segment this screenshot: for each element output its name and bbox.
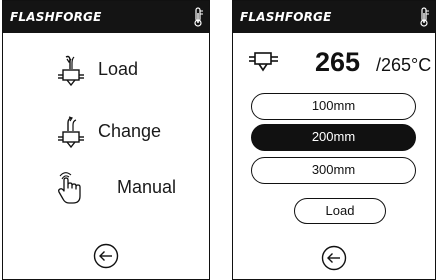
- hand-tap-icon: [58, 172, 81, 204]
- length-option-300mm[interactable]: 300mm: [251, 157, 416, 184]
- thermometer-icon[interactable]: [192, 6, 204, 28]
- load-filament-screen: FLASHFORGE 265 /265°C 100mm 200mm 300mm …: [232, 0, 436, 280]
- filament-menu-screen: FLASHFORGE Load Change Manual: [2, 0, 210, 280]
- length-option-200mm[interactable]: 200mm: [251, 124, 416, 151]
- back-arrow-icon[interactable]: [93, 243, 119, 269]
- thermometer-icon[interactable]: [418, 6, 430, 28]
- back-arrow-icon[interactable]: [321, 245, 347, 271]
- extruder-icon: [249, 52, 278, 72]
- header-bar: FLASHFORGE: [3, 1, 209, 33]
- temperature-row: 265 /265°C: [233, 45, 435, 81]
- menu-item-manual[interactable]: Manual: [3, 169, 209, 209]
- current-temperature: 265: [315, 47, 361, 77]
- length-option-100mm[interactable]: 100mm: [251, 93, 416, 120]
- extruder-load-icon: [58, 55, 84, 87]
- menu-item-label: Change: [98, 121, 162, 141]
- target-temperature: /265°C: [376, 55, 432, 75]
- extruder-change-icon: [58, 116, 84, 149]
- load-button[interactable]: Load: [294, 198, 386, 224]
- menu-item-load[interactable]: Load: [3, 51, 209, 91]
- brand-logo: FLASHFORGE: [240, 10, 332, 24]
- brand-logo: FLASHFORGE: [10, 10, 102, 24]
- header-bar: FLASHFORGE: [233, 1, 435, 33]
- menu-item-change[interactable]: Change: [3, 113, 209, 153]
- menu-item-label: Manual: [117, 177, 177, 197]
- menu-item-label: Load: [98, 59, 139, 79]
